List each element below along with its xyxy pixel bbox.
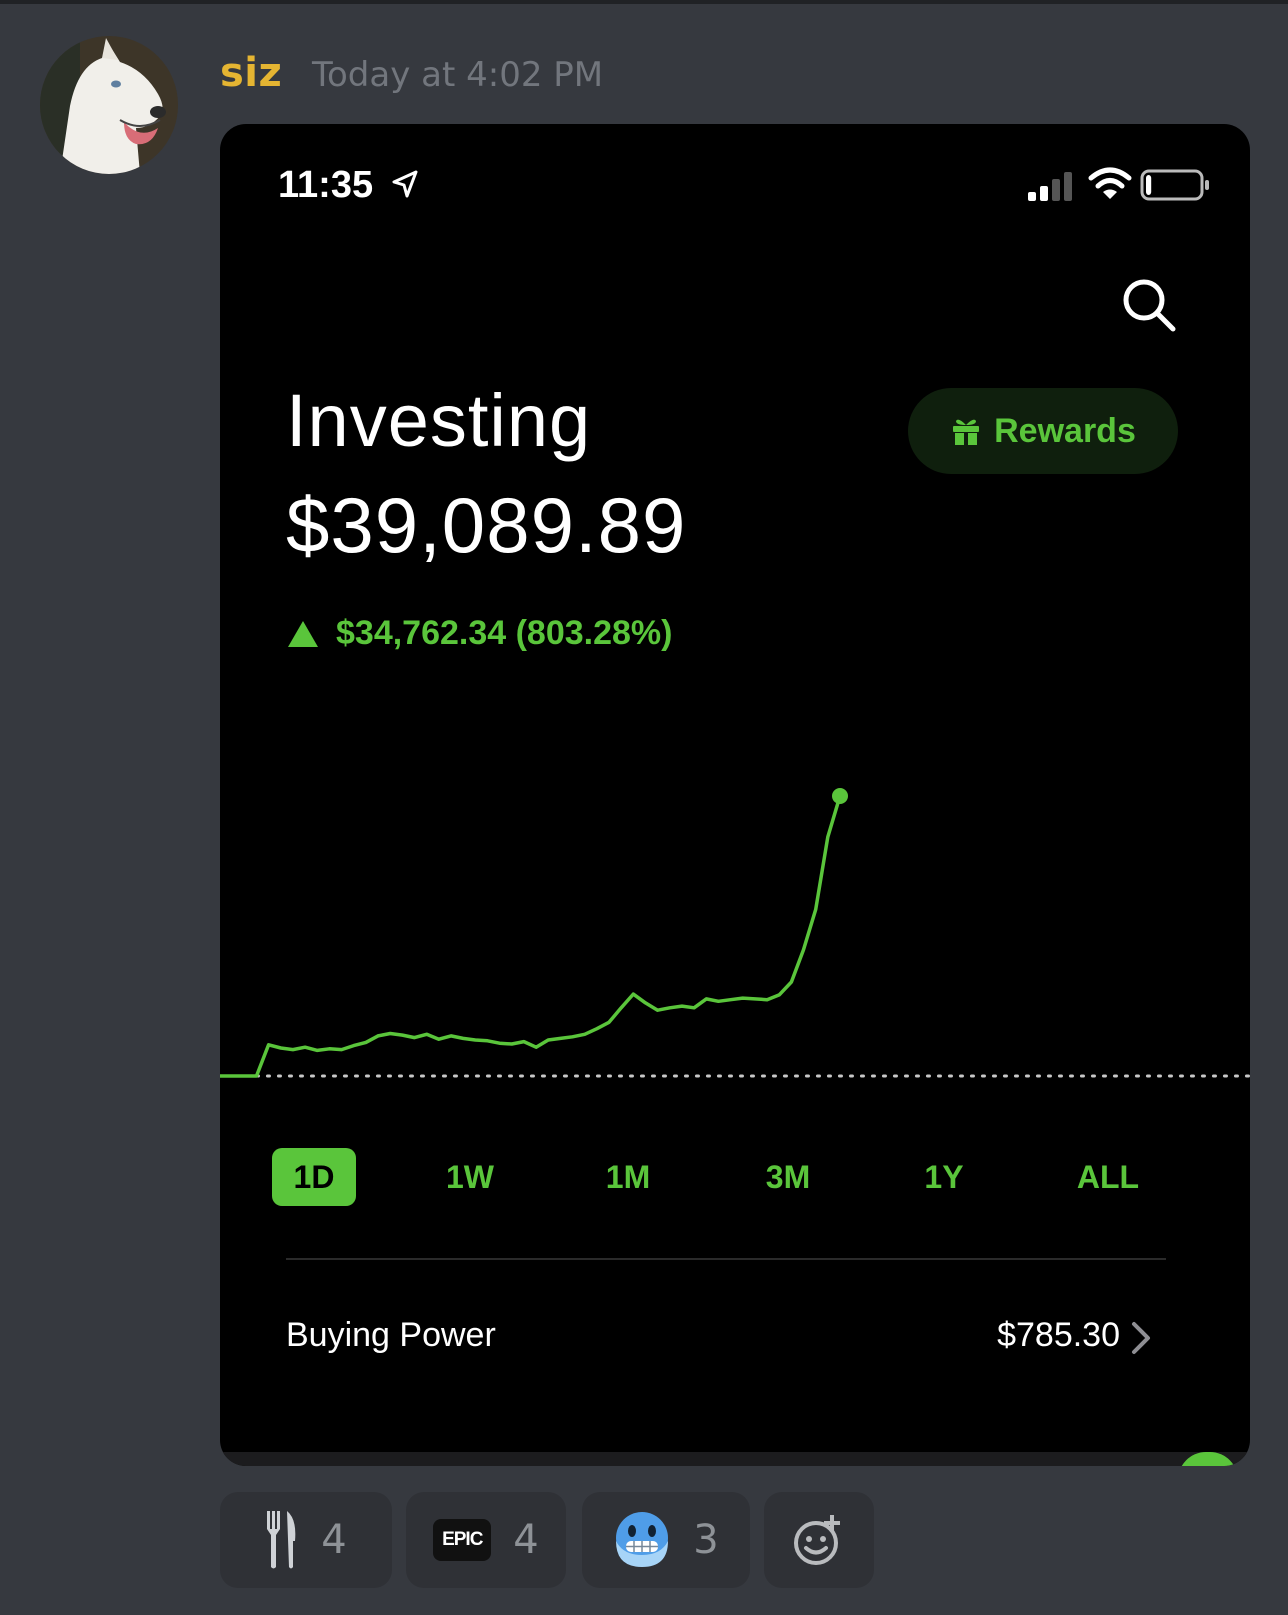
status-time: 11:35 xyxy=(278,164,374,206)
battery-icon xyxy=(1140,169,1209,201)
search-icon[interactable] xyxy=(1118,274,1180,336)
range-tab-1w[interactable]: 1W xyxy=(428,1148,512,1206)
reaction-count: 4 xyxy=(321,1517,347,1563)
username[interactable]: siz xyxy=(220,50,282,96)
reaction-count: 4 xyxy=(513,1517,539,1563)
reaction-fork-knife[interactable]: 4 xyxy=(220,1492,392,1588)
buying-power-label: Buying Power xyxy=(286,1316,496,1354)
reaction-epic[interactable]: EPIC 4 xyxy=(406,1492,566,1588)
timestamp: Today at 4:02 PM xyxy=(312,55,604,95)
range-tab-1d[interactable]: 1D xyxy=(272,1148,356,1206)
add-reaction-button[interactable] xyxy=(764,1492,874,1588)
cold-face-icon xyxy=(616,1512,669,1567)
divider xyxy=(286,1258,1166,1260)
image-attachment[interactable]: 11:35 Investing $39,089.89 Rewards $34,7… xyxy=(220,124,1250,1466)
series-line xyxy=(220,795,842,1078)
range-selector: 1D 1W 1M 3M 1Y ALL xyxy=(260,1148,1220,1208)
range-tab-3m[interactable]: 3M xyxy=(746,1148,830,1206)
rewards-button[interactable]: Rewards xyxy=(908,388,1178,474)
range-tab-1m[interactable]: 1M xyxy=(586,1148,670,1206)
range-tab-1y[interactable]: 1Y xyxy=(902,1148,986,1206)
epic-badge-icon: EPIC xyxy=(433,1519,492,1561)
avatar[interactable] xyxy=(40,36,178,174)
buying-power-value: $785.30 xyxy=(997,1316,1120,1354)
rewards-label: Rewards xyxy=(994,411,1136,450)
add-reaction-icon xyxy=(794,1515,840,1565)
page-title: Investing xyxy=(286,379,592,462)
range-tab-all[interactable]: ALL xyxy=(1060,1148,1156,1206)
signal-icon xyxy=(1028,172,1072,201)
chevron-right-icon xyxy=(1132,1322,1150,1354)
gift-icon xyxy=(953,419,980,445)
portfolio-balance: $39,089.89 xyxy=(286,481,687,569)
top-divider xyxy=(0,0,1288,4)
reaction-cold-face[interactable]: 3 xyxy=(582,1492,750,1588)
epic-badge-label: EPIC xyxy=(442,1529,483,1550)
wifi-icon xyxy=(1088,167,1132,199)
dog-avatar-icon xyxy=(40,36,178,174)
series-end-marker xyxy=(832,788,848,804)
change-amount: $34,762.34 (803.28%) xyxy=(336,614,673,652)
location-arrow-icon xyxy=(392,170,418,198)
portfolio-chart[interactable] xyxy=(220,744,1250,1144)
up-triangle-icon xyxy=(288,620,318,647)
fork-knife-icon xyxy=(267,1511,296,1569)
portfolio-change: $34,762.34 (803.28%) xyxy=(286,614,672,653)
reaction-count: 3 xyxy=(693,1517,719,1563)
bottom-bar xyxy=(220,1452,1250,1466)
